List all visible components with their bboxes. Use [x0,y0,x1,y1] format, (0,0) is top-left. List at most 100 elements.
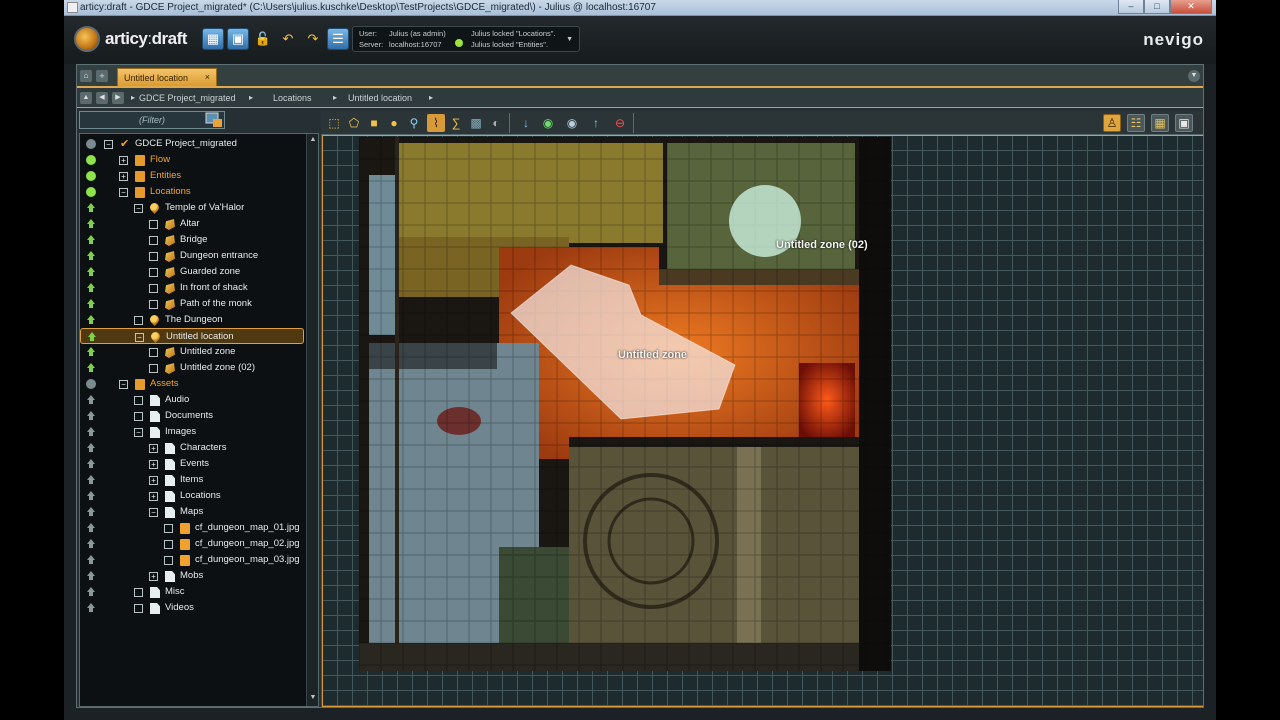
tab-untitled-location[interactable]: Untitled location × [117,68,217,87]
filter-input[interactable]: (Filter) [79,111,225,129]
user-status-panel[interactable]: User: Julius (as admin) Server: localhos… [352,26,580,52]
tree-item[interactable]: Documents [80,408,304,424]
scroll-down-icon[interactable]: ▼ [309,694,317,701]
tree-item[interactable]: cf_dungeon_map_01.jpg [80,520,304,536]
tree-item[interactable]: Bridge [80,232,304,248]
collapse-icon[interactable]: − [149,508,158,517]
zone-label-untitled-zone-02[interactable]: Untitled zone (02) [776,239,868,251]
collapse-icon[interactable]: − [134,204,143,213]
new-project-icon[interactable]: ▦ [202,28,224,50]
checkbox-icon[interactable] [149,364,158,373]
nav-back-icon[interactable]: ◀ [96,92,108,104]
list-view-icon[interactable]: ☷ [1127,114,1145,132]
tree-item[interactable]: + Entities [80,168,304,184]
checkbox-icon[interactable] [134,604,143,613]
checkbox-icon[interactable] [134,412,143,421]
breadcrumb-item-project[interactable]: GDCE Project_migrated [139,93,236,103]
tree-item[interactable]: cf_dungeon_map_03.jpg [80,552,304,568]
checkbox-icon[interactable] [134,396,143,405]
bring-forward-icon[interactable]: ↑ [587,114,605,132]
filter-options-icon[interactable] [205,112,223,128]
tree-item[interactable]: − ✔ GDCE Project_migrated [80,136,304,152]
collapse-icon[interactable]: − [119,188,128,197]
tree-scrollbar[interactable]: ▲ ▼ [306,134,318,706]
send-backward-icon[interactable]: ↓ [517,114,535,132]
scroll-up-icon[interactable]: ▲ [309,136,317,143]
tree-item[interactable]: + Locations [80,488,304,504]
collapse-icon[interactable]: − [134,428,143,437]
tree-item[interactable]: In front of shack [80,280,304,296]
location-view-icon[interactable]: ♙ [1103,114,1121,132]
tree-item[interactable]: Misc [80,584,304,600]
tree-item[interactable]: + Flow [80,152,304,168]
tree-item[interactable]: Untitled zone [80,344,304,360]
expand-icon[interactable]: + [149,460,158,469]
map-view-icon[interactable]: ▣ [1175,114,1193,132]
save-icon[interactable]: ▣ [227,28,249,50]
tab-close-icon[interactable]: × [205,72,210,82]
tab-menu-icon[interactable]: ▼ [1188,70,1200,82]
nav-forward-icon[interactable]: ▶ [112,92,124,104]
collapse-icon[interactable]: − [119,380,128,389]
close-button[interactable]: ✕ [1170,0,1212,14]
checkbox-icon[interactable] [149,268,158,277]
circle-tool-icon[interactable]: ● [385,114,403,132]
unlock-icon[interactable]: 🔓 [252,28,274,50]
checkbox-icon[interactable] [149,300,158,309]
checkbox-icon[interactable] [149,236,158,245]
select-tool-icon[interactable]: ⬚ [325,114,343,132]
path-tool-icon[interactable]: ⌇ [427,114,445,132]
chevron-down-icon[interactable]: ▼ [566,36,573,43]
checkbox-icon[interactable] [149,220,158,229]
collapse-icon[interactable]: − [104,140,113,149]
tree-item[interactable]: + Events [80,456,304,472]
redo-icon[interactable]: ↷ [302,28,324,50]
checkbox-icon[interactable] [134,588,143,597]
spline-tool-icon[interactable]: ∑ [447,114,465,132]
breadcrumb-item-locations[interactable]: Locations [273,93,312,103]
checkbox-icon[interactable] [164,556,173,565]
grid-view-icon[interactable]: ▦ [1151,114,1169,132]
green-globe-icon[interactable]: ◉ [539,114,557,132]
tree-item[interactable]: Videos [80,600,304,616]
fill-tool-icon[interactable]: ◐ [487,114,505,132]
delete-icon[interactable]: ⊖ [611,114,629,132]
checkbox-icon[interactable] [149,252,158,261]
expand-icon[interactable]: + [149,444,158,453]
rectangle-tool-icon[interactable]: ■ [365,114,383,132]
checkbox-icon[interactable] [164,540,173,549]
expand-icon[interactable]: + [149,572,158,581]
tree-item[interactable]: Audio [80,392,304,408]
map-canvas[interactable]: Untitled zone Untitled zone (02) [321,135,1203,707]
journal-icon[interactable]: ☰ [327,28,349,50]
minimize-button[interactable]: – [1118,0,1144,14]
zone-label-untitled-zone[interactable]: Untitled zone [618,349,687,361]
tree-item[interactable]: Guarded zone [80,264,304,280]
blue-globe-icon[interactable]: ◉ [563,114,581,132]
checkbox-icon[interactable] [134,316,143,325]
tree-item[interactable]: Untitled zone (02) [80,360,304,376]
tree-item[interactable]: − Images [80,424,304,440]
image-tool-icon[interactable]: ▩ [467,114,485,132]
tree-item[interactable]: + Characters [80,440,304,456]
tree-item[interactable]: + Items [80,472,304,488]
expand-icon[interactable]: + [149,476,158,485]
tree-item[interactable]: Dungeon entrance [80,248,304,264]
expand-icon[interactable]: + [119,172,128,181]
new-tab-icon[interactable]: + [96,70,108,82]
zone-tool-icon[interactable]: ⬠ [345,114,363,132]
expand-icon[interactable]: + [119,156,128,165]
checkbox-icon[interactable] [149,348,158,357]
tree-item[interactable]: − Untitled location [80,328,304,344]
pin-tool-icon[interactable]: ⚲ [405,114,423,132]
checkbox-icon[interactable] [164,524,173,533]
tree-item[interactable]: − Temple of Va'Halor [80,200,304,216]
nav-up-icon[interactable]: ▲ [80,92,92,104]
tree-item[interactable]: − Maps [80,504,304,520]
tree-item[interactable]: The Dungeon [80,312,304,328]
tree-item[interactable]: Altar [80,216,304,232]
tree-item[interactable]: + Mobs [80,568,304,584]
expand-icon[interactable]: + [149,492,158,501]
undo-icon[interactable]: ↶ [277,28,299,50]
tree-item[interactable]: − Locations [80,184,304,200]
